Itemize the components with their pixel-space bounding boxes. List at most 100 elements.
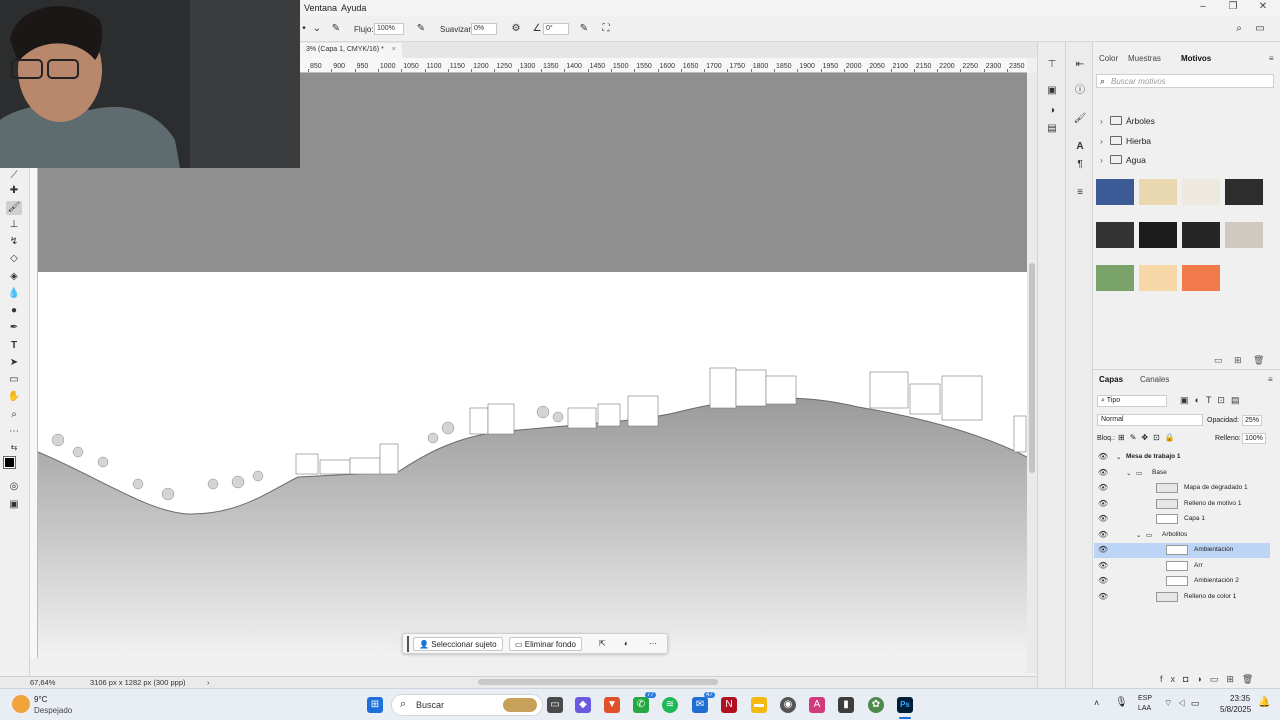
more-options-icon[interactable]: ⋯ — [649, 637, 657, 651]
close-tab-icon[interactable]: × — [392, 46, 396, 53]
visibility-eye-icon[interactable]: 👁 — [1098, 530, 1108, 539]
opacity-input[interactable]: 25% — [1242, 415, 1263, 426]
app-icon[interactable]: ▮ — [838, 697, 854, 713]
motif-swatch[interactable] — [1096, 265, 1134, 291]
motif-swatch[interactable] — [1139, 265, 1177, 291]
chevron-right-icon[interactable]: › — [207, 678, 210, 687]
layer-row[interactable]: 👁 ⌄ ▭ Arbolitos — [1094, 528, 1270, 543]
info-icon[interactable]: ⓘ — [1073, 84, 1087, 98]
wifi-volume-battery-icons[interactable]: ⌔◁▭ — [1164, 698, 1204, 709]
swap-colors-icon[interactable]: ⇆ — [6, 441, 22, 455]
gear-icon[interactable]: ⚙ — [510, 23, 522, 35]
file-explorer-icon[interactable]: ▬ — [751, 697, 767, 713]
visibility-eye-icon[interactable]: 👁 — [1098, 514, 1108, 523]
motif-swatch[interactable] — [1182, 265, 1220, 291]
vertical-scroll-thumb[interactable] — [1029, 263, 1035, 473]
path-select-tool-icon[interactable]: ➤ — [6, 356, 22, 370]
pressure-opacity-icon[interactable]: ✎ — [330, 23, 342, 35]
motif-swatch[interactable] — [1225, 179, 1263, 205]
layer-filter-select[interactable]: ⌕ Tipo — [1097, 395, 1167, 407]
minimize-icon[interactable]: – — [1188, 1, 1218, 15]
sliders-icon[interactable]: ≡ — [1073, 186, 1087, 200]
adjustments-icon[interactable]: ◑ — [1045, 104, 1059, 118]
weather-temperature[interactable]: 9°C — [34, 695, 47, 704]
visibility-eye-icon[interactable]: 👁 — [1098, 468, 1108, 477]
stamp-tool-icon[interactable]: ⊥ — [6, 218, 22, 232]
clock-date[interactable]: 5/8/2025 — [1220, 705, 1251, 714]
workspace-icon[interactable]: ▭ — [1254, 23, 1266, 35]
motifs-search-input[interactable]: ⌕ Buscar motivos — [1096, 74, 1274, 88]
search-icon[interactable]: ⌕ — [1233, 23, 1245, 35]
netflix-icon[interactable]: N — [721, 697, 737, 713]
folder-hierba[interactable]: › Hierba — [1100, 136, 1151, 150]
layer-actions[interactable]: fx◘◑▭⊞🗑 — [1160, 674, 1261, 685]
chevron-down-icon[interactable]: ⌄ — [1126, 469, 1131, 477]
motif-swatch[interactable] — [1139, 222, 1177, 248]
eyedropper-tool-icon[interactable]: ⟋ — [6, 169, 22, 183]
character-icon[interactable]: A — [1073, 140, 1087, 154]
visibility-eye-icon[interactable]: 👁 — [1098, 592, 1108, 601]
steam-icon[interactable]: ◉ — [780, 697, 796, 713]
layer-row[interactable]: 👁 Relleno de motivo 1 — [1094, 497, 1270, 512]
layer-row[interactable]: 👁 Arr — [1094, 559, 1270, 574]
blend-mode-select[interactable]: Normal — [1097, 414, 1203, 426]
pressure-size-icon[interactable]: ✎ — [578, 23, 590, 35]
motif-swatch[interactable] — [1182, 222, 1220, 248]
layer-row[interactable]: 👁 Ambientación — [1094, 543, 1270, 558]
menu-ayuda[interactable]: Ayuda — [341, 3, 366, 13]
eraser-tool-icon[interactable]: ◇ — [6, 252, 22, 266]
type-tool-icon[interactable]: T — [6, 339, 22, 353]
microphone-icon[interactable]: 🎙 — [1115, 697, 1128, 708]
tab-motivos[interactable]: Motivos — [1181, 54, 1211, 63]
folder-arboles[interactable]: › Árboles — [1100, 116, 1155, 130]
weather-icon[interactable] — [12, 695, 30, 713]
brave-icon[interactable]: ▼ — [604, 697, 620, 713]
panel-menu-icon[interactable]: ≡ — [1268, 375, 1273, 384]
document-tab[interactable]: 3% (Capa 1, CMYK/16) * × — [300, 43, 402, 58]
drag-handle-icon[interactable] — [407, 636, 409, 652]
lock-icons[interactable]: ⊞✎✥⊡🔒 — [1118, 433, 1180, 442]
chevron-down-icon[interactable]: ⌄ — [1116, 453, 1121, 461]
motif-swatch[interactable] — [1096, 222, 1134, 248]
brush-tool-icon[interactable]: 🖌 — [6, 201, 22, 215]
layer-row[interactable]: 👁 ⌄ Mesa de trabajo 1 — [1094, 450, 1270, 465]
image-icon[interactable]: ▤ — [1045, 122, 1059, 136]
paragraph-icon[interactable]: ¶ — [1073, 158, 1087, 172]
screen-mode-icon[interactable]: ▣ — [6, 498, 22, 512]
trash-icon[interactable]: 🗑 — [1253, 355, 1264, 366]
layer-filter-icons[interactable]: ▣◐T⊡▤ — [1180, 395, 1245, 406]
flujo-input[interactable]: 100% — [374, 23, 404, 35]
motif-swatch[interactable] — [1182, 179, 1220, 205]
foreground-color-swatch[interactable] — [3, 456, 16, 469]
tab-color[interactable]: Color — [1099, 54, 1118, 63]
vertical-scrollbar[interactable] — [1027, 73, 1037, 673]
new-folder-icon[interactable]: ▭ — [1214, 355, 1223, 366]
more-tools-icon[interactable]: ⋯ — [6, 425, 22, 439]
menu-ventana[interactable]: Ventana — [304, 3, 337, 13]
copilot-icon[interactable]: ◆ — [575, 697, 591, 713]
task-view-icon[interactable]: ▭ — [547, 697, 563, 713]
notifications-icon[interactable]: 🔔 — [1258, 697, 1270, 708]
motif-swatch[interactable] — [1139, 179, 1177, 205]
dodge-tool-icon[interactable]: ● — [6, 304, 22, 318]
visibility-eye-icon[interactable]: 👁 — [1098, 561, 1108, 570]
folder-agua[interactable]: › Agua — [1100, 155, 1146, 169]
layer-row[interactable]: 👁 Mapa de degradado 1 — [1094, 481, 1270, 496]
acrobat-icon[interactable]: A — [809, 697, 825, 713]
layer-row[interactable]: 👁 Relleno de color 1 — [1094, 590, 1270, 605]
visibility-eye-icon[interactable]: 👁 — [1098, 452, 1108, 461]
close-icon[interactable]: ✕ — [1248, 1, 1278, 15]
photoshop-icon[interactable]: Ps — [897, 697, 913, 713]
paint-bucket-tool-icon[interactable]: ◈ — [6, 270, 22, 284]
visibility-eye-icon[interactable]: 👁 — [1098, 545, 1108, 554]
angle-input[interactable]: 0° — [543, 23, 569, 35]
horizontal-scroll-thumb[interactable] — [478, 679, 718, 685]
zoom-tool-icon[interactable]: ⌕ — [6, 408, 22, 422]
chevron-up-icon[interactable]: ˄ — [1094, 698, 1099, 708]
remove-background-button[interactable]: ▭ Eliminar fondo — [509, 637, 582, 651]
layer-row[interactable]: 👁 ⌄ ▭ Base — [1094, 466, 1270, 481]
language-bottom[interactable]: LAA — [1138, 705, 1151, 712]
rectangle-tool-icon[interactable]: ▭ — [6, 373, 22, 387]
visibility-eye-icon[interactable]: 👁 — [1098, 499, 1108, 508]
chevron-down-icon[interactable]: ⌄ — [311, 23, 323, 35]
